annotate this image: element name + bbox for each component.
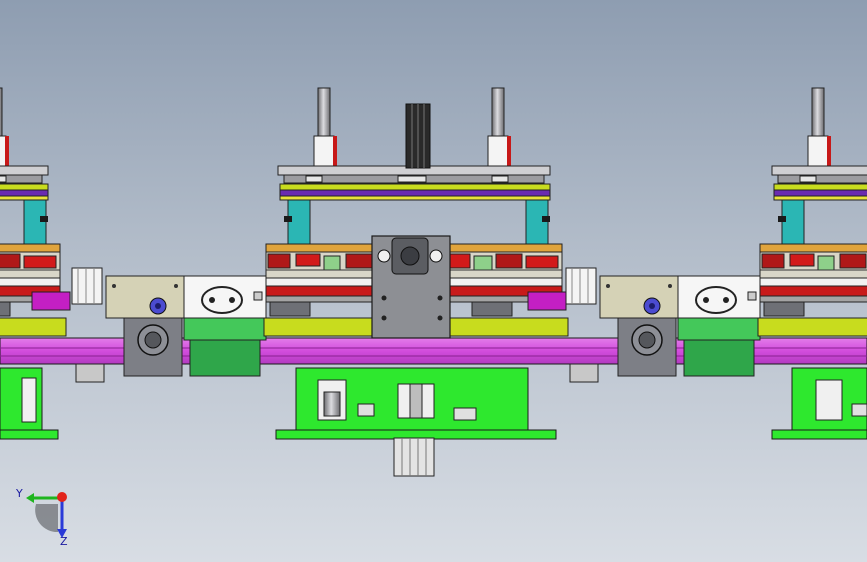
base-frame-right[interactable] [771,367,867,440]
roller-right[interactable] [565,267,597,305]
coordinate-triad: Y Z [15,487,68,546]
cad-graphics-viewport[interactable]: Y Z [0,0,867,562]
base-frame-center[interactable] [275,367,557,477]
y-axis-label: Y [15,487,23,500]
pad-right[interactable] [527,291,567,311]
y-axis-arrow-icon [26,493,58,503]
center-motor-plate[interactable] [371,235,451,339]
origin-sphere-icon [57,492,67,502]
lifting-station-right[interactable] [757,87,867,337]
center-cylinder[interactable] [405,103,431,169]
z-axis-label: Z [60,535,68,546]
pad-left[interactable] [31,291,71,311]
roller-left[interactable] [71,267,103,305]
base-frame-left[interactable] [0,367,59,440]
machine-assembly-model[interactable] [0,0,867,562]
z-axis-arrow-icon [57,500,67,538]
